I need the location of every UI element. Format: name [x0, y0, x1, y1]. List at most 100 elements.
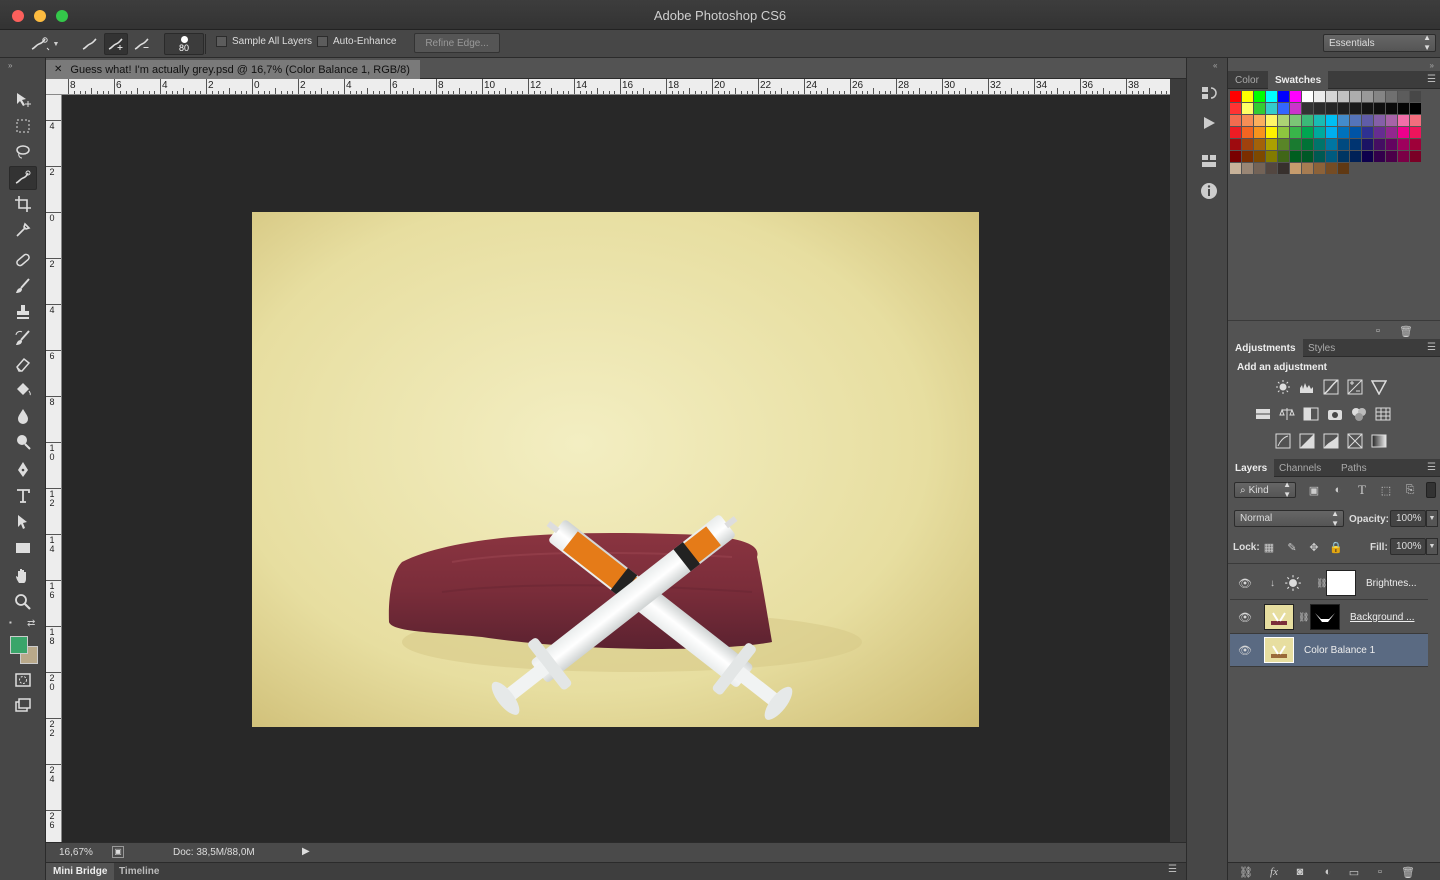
lasso-tool[interactable]: [9, 140, 37, 164]
color-swatch[interactable]: [1230, 163, 1241, 174]
color-swatch[interactable]: [1350, 115, 1361, 126]
tool-preset-picker[interactable]: ▼: [24, 33, 64, 55]
color-swatch[interactable]: [1350, 103, 1361, 114]
color-swatch[interactable]: [1374, 103, 1385, 114]
color-swatch[interactable]: [1314, 115, 1325, 126]
horizontal-ruler[interactable]: 8 6 4 2 0 2 4 6 8 10 12 14 16 18 20 22 24 26 28 30 32 34 36 38: [46, 79, 1170, 95]
color-swatch[interactable]: [1290, 127, 1301, 138]
color-swatch[interactable]: [1290, 139, 1301, 150]
color-swatch[interactable]: [1338, 127, 1349, 138]
color-swatch[interactable]: [1230, 127, 1241, 138]
color-swatch[interactable]: [1290, 103, 1301, 114]
color-swatch[interactable]: [1278, 163, 1289, 174]
path-selection-tool[interactable]: [9, 510, 37, 534]
history-panel-button[interactable]: [1199, 82, 1219, 104]
color-swatch[interactable]: [1302, 115, 1313, 126]
color-swatch[interactable]: [1230, 139, 1241, 150]
auto-enhance-checkbox[interactable]: Auto-Enhance: [317, 36, 396, 47]
tab-color[interactable]: Color: [1228, 71, 1266, 89]
color-balance-icon[interactable]: [1278, 405, 1296, 423]
color-swatch[interactable]: [1362, 127, 1373, 138]
pen-tool[interactable]: [9, 458, 37, 482]
document-tab[interactable]: ✕ Guess what! I'm actually grey.psd @ 16…: [46, 60, 420, 79]
brightness-contrast-icon[interactable]: [1274, 378, 1292, 396]
fill-slider-button[interactable]: ▼: [1426, 538, 1438, 555]
color-swatch[interactable]: [1290, 163, 1301, 174]
color-swatch[interactable]: [1290, 115, 1301, 126]
color-swatch[interactable]: [1326, 127, 1337, 138]
panel-menu-icon[interactable]: ☰: [1427, 342, 1436, 353]
canvas-area[interactable]: [62, 95, 1170, 842]
rectangle-tool[interactable]: [9, 536, 37, 560]
layer-thumbnail[interactable]: [1264, 637, 1294, 663]
color-swatch[interactable]: [1302, 103, 1313, 114]
color-swatch[interactable]: [1254, 163, 1265, 174]
fx-icon[interactable]: fx: [1266, 864, 1282, 880]
lock-all-icon[interactable]: 🔒: [1328, 539, 1344, 555]
color-swatch[interactable]: [1374, 151, 1385, 162]
exposure-icon[interactable]: [1346, 378, 1364, 396]
threshold-icon[interactable]: [1322, 432, 1340, 450]
move-tool[interactable]: [9, 88, 37, 112]
new-selection-button[interactable]: [78, 33, 102, 55]
color-swatch[interactable]: [1314, 151, 1325, 162]
color-swatch[interactable]: [1326, 115, 1337, 126]
workspace-select[interactable]: Essentials ▲ ▼: [1323, 33, 1436, 52]
color-swatch[interactable]: [1242, 139, 1253, 150]
vertical-ruler[interactable]: 4 2 0 2 4 6 8 1 0 1 2 1 4 1 6 1 8 2 0 2 2 2 4 2 6: [46, 95, 62, 842]
color-swatch[interactable]: [1266, 151, 1277, 162]
clone-stamp-tool[interactable]: [9, 300, 37, 324]
eyedropper-tool[interactable]: [9, 218, 37, 242]
color-swatch[interactable]: [1398, 139, 1409, 150]
color-swatch[interactable]: [1278, 103, 1289, 114]
info-toggle-icon[interactable]: ▣: [112, 846, 124, 858]
brush-tool[interactable]: [9, 274, 37, 298]
document-image[interactable]: [252, 212, 979, 727]
color-lookup-icon[interactable]: [1374, 405, 1392, 423]
filter-adjustment-icon[interactable]: ◐: [1330, 482, 1346, 498]
color-swatch[interactable]: [1362, 91, 1373, 102]
trash-icon[interactable]: 🗑: [1400, 864, 1416, 880]
add-to-selection-button[interactable]: [104, 33, 128, 55]
tab-paths[interactable]: Paths: [1334, 459, 1374, 477]
tab-swatches[interactable]: Swatches: [1268, 71, 1329, 89]
color-swatch[interactable]: [1398, 151, 1409, 162]
invert-icon[interactable]: [1274, 432, 1292, 450]
color-swatch[interactable]: [1326, 103, 1337, 114]
color-swatch[interactable]: [1410, 151, 1421, 162]
add-mask-icon[interactable]: ◙: [1292, 864, 1308, 880]
healing-brush-tool[interactable]: [9, 248, 37, 272]
tab-adjustments[interactable]: Adjustments: [1228, 339, 1303, 357]
color-swatch[interactable]: [1242, 91, 1253, 102]
tab-layers[interactable]: Layers: [1228, 459, 1275, 477]
color-swatch[interactable]: [1242, 127, 1253, 138]
new-adjustment-icon[interactable]: ◐: [1320, 864, 1336, 880]
paint-bucket-tool[interactable]: [9, 378, 37, 402]
new-swatch-icon[interactable]: ▫: [1370, 323, 1386, 339]
layer-name[interactable]: Color Balance 1: [1304, 645, 1375, 656]
brush-size-picker[interactable]: 80: [164, 33, 204, 55]
color-swatch[interactable]: [1350, 139, 1361, 150]
color-swatch[interactable]: [1362, 115, 1373, 126]
color-swatch[interactable]: [1410, 115, 1421, 126]
color-swatch[interactable]: [1254, 139, 1265, 150]
color-swatch[interactable]: [1242, 151, 1253, 162]
photo-filter-icon[interactable]: [1326, 405, 1344, 423]
color-swatch[interactable]: [1254, 103, 1265, 114]
subtract-from-selection-button[interactable]: [130, 33, 154, 55]
eye-icon[interactable]: 👁: [1238, 610, 1252, 624]
crop-tool[interactable]: [9, 192, 37, 216]
color-swatch[interactable]: [1386, 151, 1397, 162]
color-swatch[interactable]: [1326, 151, 1337, 162]
tab-styles[interactable]: Styles: [1301, 339, 1342, 357]
layer-mask-thumbnail[interactable]: [1326, 570, 1356, 596]
color-swatch[interactable]: [1326, 91, 1337, 102]
lock-image-icon[interactable]: ✎: [1284, 539, 1300, 555]
color-swatch[interactable]: [1326, 139, 1337, 150]
color-swatch[interactable]: [1398, 103, 1409, 114]
color-swatch[interactable]: [1266, 163, 1277, 174]
refine-edge-button[interactable]: Refine Edge...: [414, 33, 500, 53]
color-swatch[interactable]: [1254, 91, 1265, 102]
new-group-icon[interactable]: ▭: [1346, 864, 1362, 880]
color-swatch[interactable]: [1230, 115, 1241, 126]
